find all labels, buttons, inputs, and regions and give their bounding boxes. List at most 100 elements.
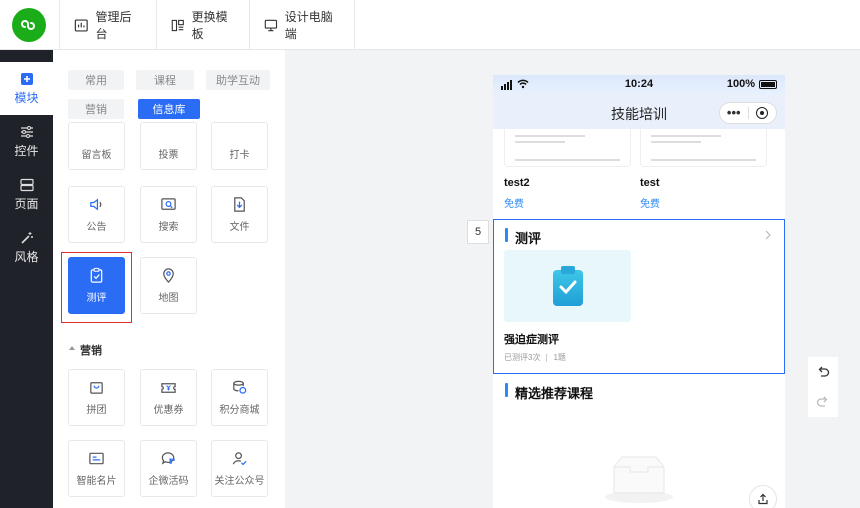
assessment-question-count: 1题 — [553, 353, 566, 362]
undo-icon — [818, 366, 830, 377]
chat-qrcode-icon — [161, 452, 175, 465]
course-thumbnail[interactable] — [504, 129, 631, 167]
course-thumbnail[interactable] — [640, 129, 767, 167]
assessment-item-meta: 已测评3次 1题 — [504, 352, 566, 363]
mini-program-logo-icon — [12, 8, 46, 42]
recommend-section-title: 精选推荐课程 — [515, 386, 594, 401]
admin-backend-button[interactable]: 管理后台 — [59, 0, 156, 50]
card-message-board[interactable]: 留言板 — [68, 122, 125, 170]
card-label: 优惠券 — [153, 405, 184, 416]
undo-button[interactable] — [808, 357, 838, 387]
course-name: test2 — [504, 177, 530, 189]
card-label: 积分商城 — [219, 405, 260, 416]
card-label: 地图 — [158, 293, 179, 304]
battery-icon — [759, 80, 777, 89]
nav-item-modules[interactable]: 模块 — [0, 62, 53, 115]
share-button[interactable] — [749, 485, 777, 508]
tab-marketing[interactable]: 营销 — [68, 99, 124, 119]
card-wecom-qrcode[interactable]: 企微活码 — [140, 440, 197, 497]
phone-nav-bar: 技能培训 ••• — [493, 95, 785, 129]
nav-label-modules: 模块 — [14, 90, 39, 105]
sliders-icon — [20, 125, 33, 138]
left-nav: 模块 控件 页面 风格 — [0, 50, 53, 508]
card-label: 打卡 — [229, 150, 250, 161]
speaker-icon — [90, 198, 102, 211]
card-label: 文件 — [229, 222, 250, 233]
change-template-label: 更换模板 — [191, 10, 228, 41]
nav-label-controls: 控件 — [14, 143, 39, 158]
capsule-menu[interactable]: ••• — [719, 102, 777, 124]
selected-module-highlight — [61, 252, 132, 323]
more-dots-icon[interactable]: ••• — [720, 103, 748, 123]
card-label: 企微活码 — [148, 476, 189, 487]
design-pc-button[interactable]: 设计电脑端 — [249, 0, 355, 50]
card-smart-business-card[interactable]: 智能名片 — [68, 440, 125, 497]
card-label: 拼团 — [86, 405, 107, 416]
course-price: 免费 — [640, 199, 660, 210]
id-card-icon — [89, 452, 104, 465]
assessment-item-name: 强迫症测评 — [504, 334, 559, 346]
dashboard-icon — [74, 18, 88, 32]
card-label: 智能名片 — [76, 476, 117, 487]
card-follow-official-account[interactable]: 关注公众号 — [211, 440, 268, 497]
card-label: 公告 — [86, 222, 107, 233]
empty-box-icon — [605, 456, 673, 503]
coupon-icon — [161, 383, 176, 393]
card-label: 留言板 — [81, 150, 112, 161]
card-label: 关注公众号 — [214, 476, 265, 487]
nav-label-style: 风格 — [14, 249, 39, 264]
status-bar: 10:24 100% — [493, 75, 785, 95]
top-bar: 管理后台 更换模板 设计电脑端 — [0, 0, 860, 50]
course-name: test — [640, 177, 660, 189]
section-accent-bar — [505, 228, 508, 242]
tab-info-library[interactable]: 信息库 — [138, 99, 200, 119]
chevron-right-icon[interactable] — [764, 230, 772, 240]
card-coupon[interactable]: 优惠券 — [140, 369, 197, 426]
battery-percent: 100% — [726, 78, 755, 90]
card-map[interactable]: 地图 — [140, 257, 197, 314]
coins-icon — [233, 380, 247, 394]
clipboard-check-icon — [552, 266, 583, 306]
card-label: 搜索 — [158, 222, 179, 233]
template-icon — [171, 19, 184, 31]
tab-course[interactable]: 课程 — [136, 70, 194, 90]
assessment-cover-image[interactable] — [504, 250, 631, 322]
tab-common[interactable]: 常用 — [68, 70, 124, 90]
card-announcement[interactable]: 公告 — [68, 186, 125, 243]
magic-wand-icon — [20, 231, 33, 244]
monitor-icon — [264, 19, 278, 31]
design-pc-label: 设计电脑端 — [284, 10, 333, 41]
upload-share-icon — [758, 493, 768, 505]
card-vote[interactable]: 投票 — [140, 122, 197, 170]
course-price: 免费 — [504, 199, 524, 210]
block-index-badge: 5 — [467, 220, 489, 244]
user-check-icon — [232, 452, 247, 466]
card-file[interactable]: 文件 — [211, 186, 268, 243]
change-template-button[interactable]: 更换模板 — [156, 0, 249, 50]
nav-item-pages[interactable]: 页面 — [0, 168, 53, 221]
file-download-icon — [234, 197, 245, 212]
collapse-arrow-icon[interactable] — [69, 346, 75, 350]
redo-icon — [816, 396, 828, 407]
redo-button[interactable] — [808, 387, 838, 417]
assessment-section-title: 测评 — [515, 231, 542, 246]
plus-square-icon — [20, 72, 33, 85]
nav-item-style[interactable]: 风格 — [0, 221, 53, 274]
card-points-mall[interactable]: 积分商城 — [211, 369, 268, 426]
pages-icon — [19, 178, 34, 191]
tab-interaction[interactable]: 助学互动 — [206, 70, 270, 90]
card-search[interactable]: 搜索 — [140, 186, 197, 243]
close-target-icon[interactable] — [749, 107, 777, 119]
shopping-bag-icon — [90, 382, 103, 394]
location-pin-icon — [163, 268, 174, 283]
search-box-icon — [161, 198, 176, 210]
section-title-marketing: 营销 — [80, 345, 102, 357]
assessment-times: 已测评3次 — [504, 353, 541, 362]
nav-label-pages: 页面 — [14, 196, 39, 211]
card-group-buy[interactable]: 拼团 — [68, 369, 125, 426]
card-checkin[interactable]: 打卡 — [211, 122, 268, 170]
section-accent-bar — [505, 383, 508, 397]
app-logo[interactable] — [0, 0, 58, 50]
nav-item-controls[interactable]: 控件 — [0, 115, 53, 168]
card-label: 投票 — [158, 150, 179, 161]
